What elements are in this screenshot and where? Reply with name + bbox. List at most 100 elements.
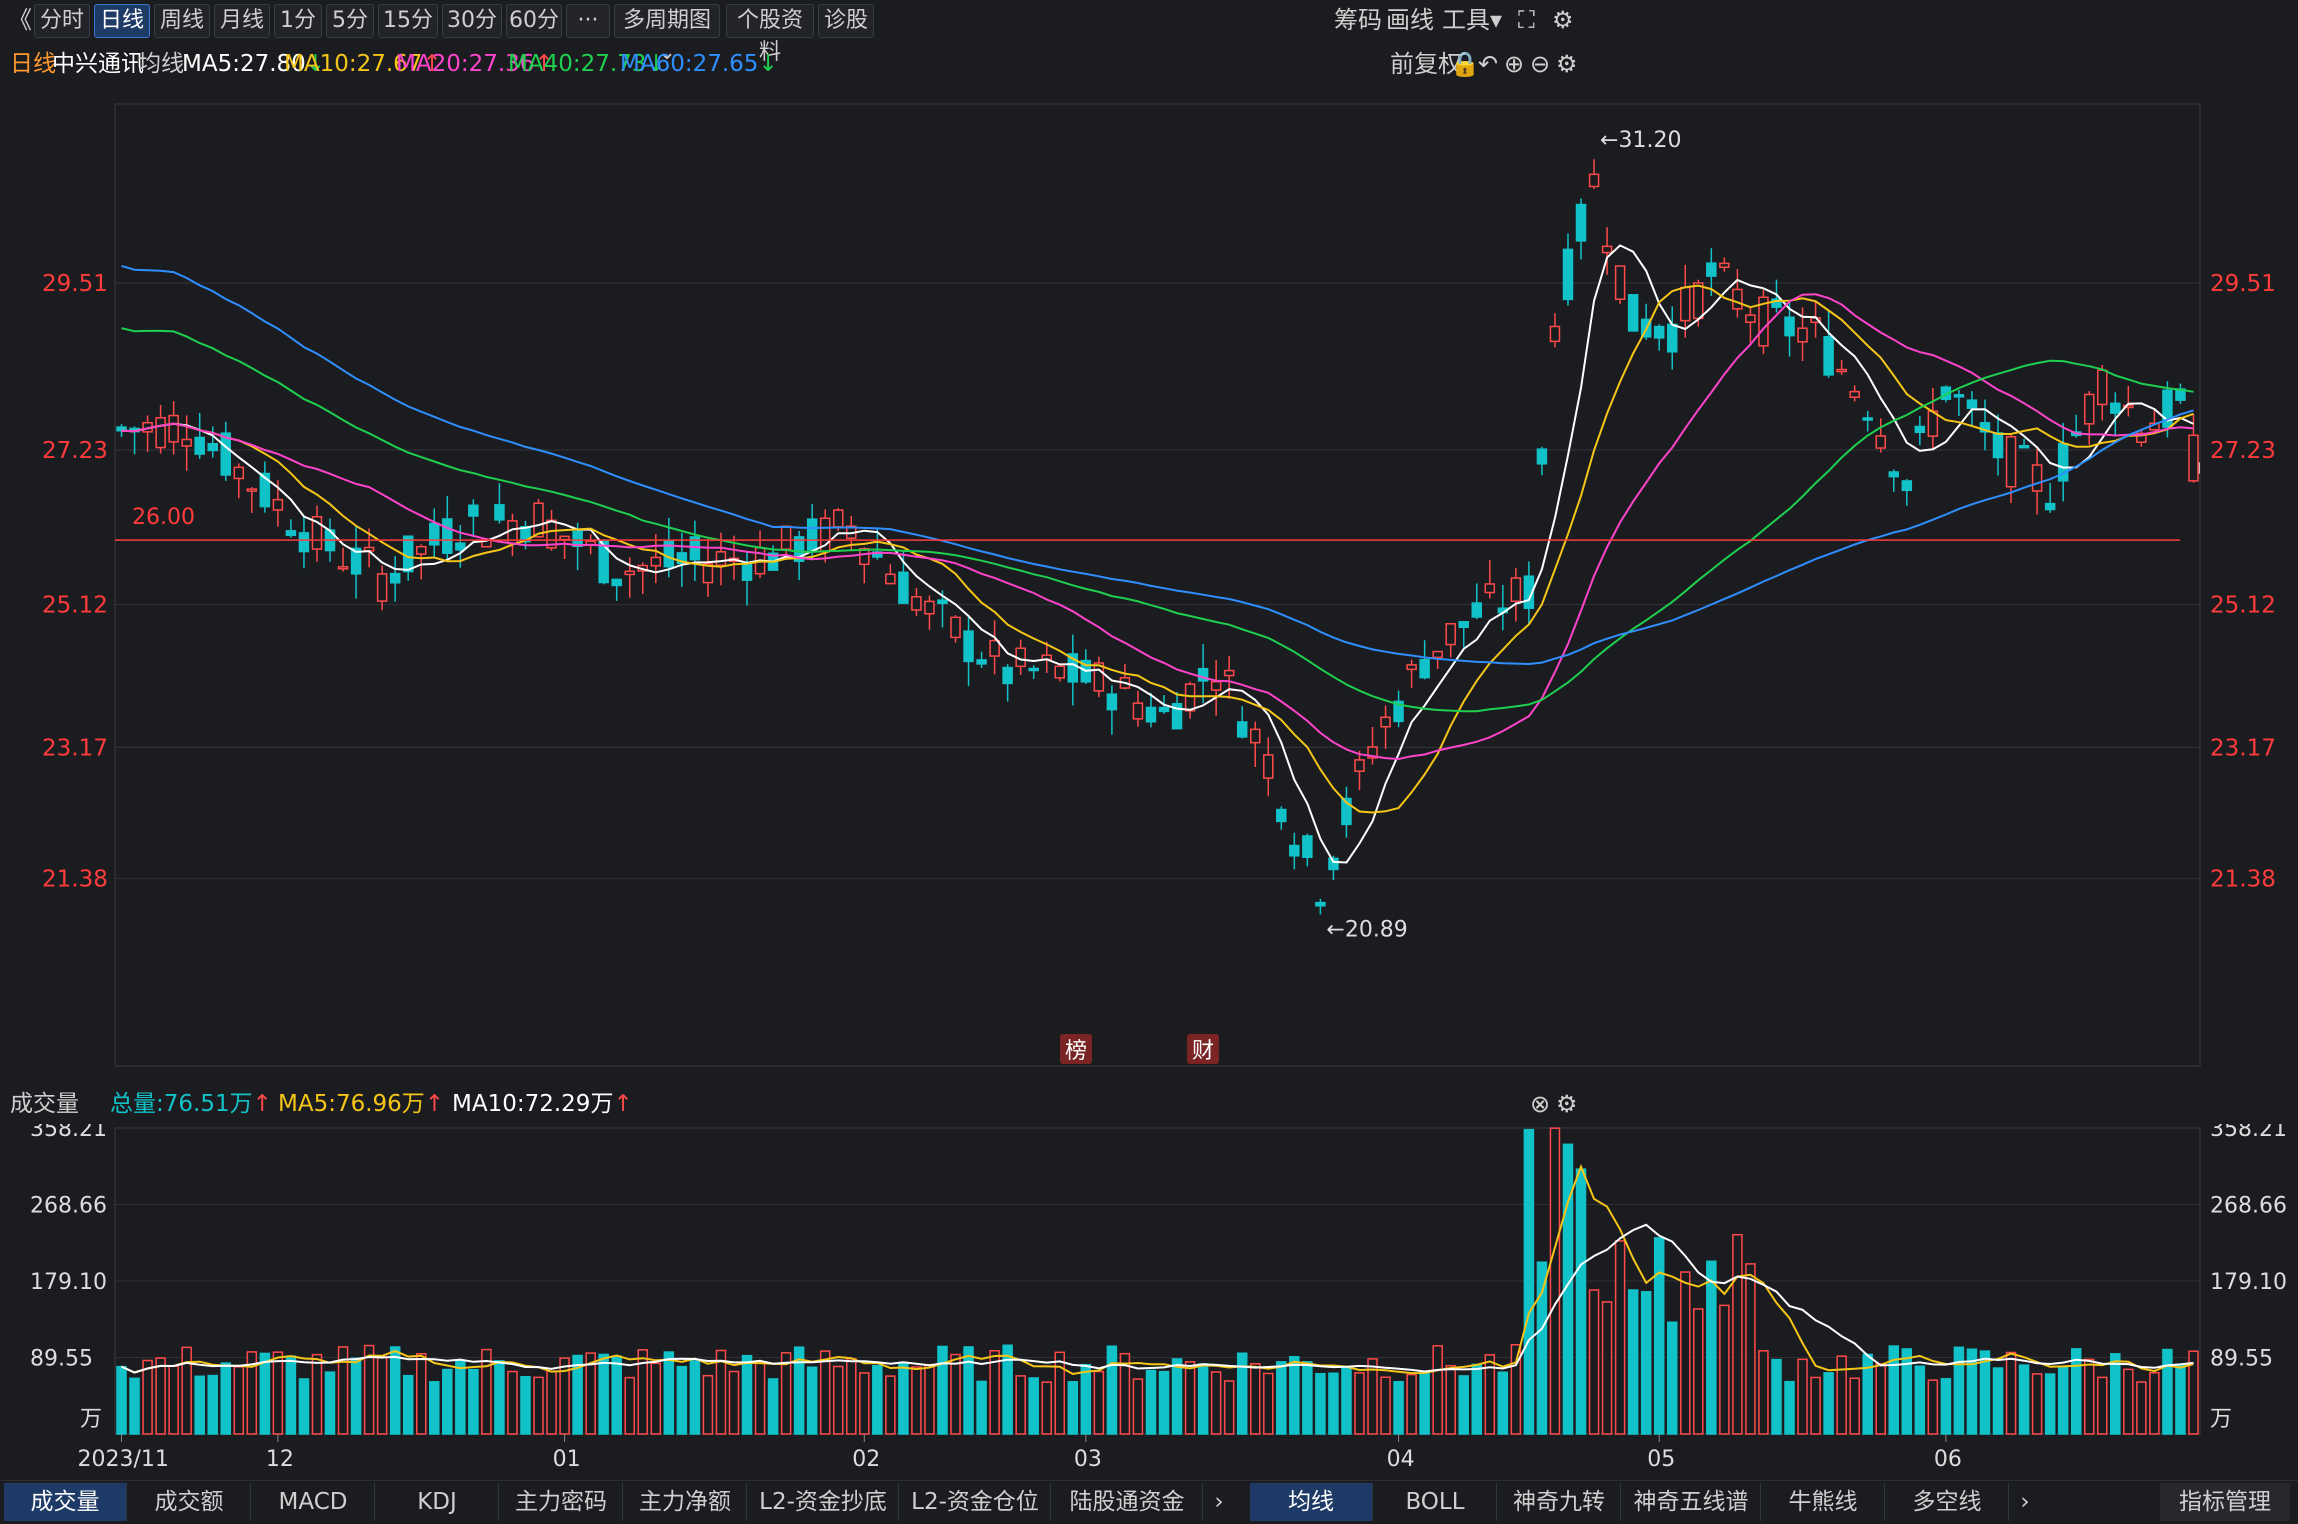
volume-bar — [1940, 1378, 1952, 1435]
volume-bar — [1263, 1372, 1274, 1435]
tab-magic-nine[interactable]: 神奇九转 — [1498, 1483, 1621, 1521]
tab-main-net[interactable]: 主力净额 — [624, 1483, 747, 1521]
volume-label-left: 89.55 — [30, 1347, 93, 1372]
tools-dropdown[interactable]: 工具▾ — [1442, 4, 1502, 36]
volume-bar — [1901, 1348, 1913, 1435]
volume-bar — [728, 1370, 740, 1435]
volume-bar — [819, 1350, 831, 1435]
candle-body — [2005, 436, 2017, 488]
zoom-in-icon[interactable]: ⊕ — [1504, 44, 1524, 84]
tab-30min[interactable]: 30分 — [442, 4, 502, 38]
settings-icon[interactable]: ⚙ — [1552, 4, 1574, 36]
stock-info-button[interactable]: 个股资料 — [726, 4, 814, 65]
volume-label-right: 89.55 — [2210, 1347, 2273, 1372]
volume-bar — [507, 1370, 518, 1435]
low-price-mark: ←20.89 — [1326, 917, 1407, 942]
volume-bar — [859, 1372, 870, 1435]
volume-bar — [1575, 1168, 1587, 1435]
stock-name[interactable]: 中兴通讯 — [52, 44, 144, 84]
tab-15min[interactable]: 15分 — [378, 4, 438, 38]
chevron-right-icon[interactable]: › — [1204, 1483, 1234, 1521]
volume-bar — [741, 1354, 753, 1435]
zoom-out-icon[interactable]: ⊖ — [1530, 44, 1550, 84]
tab-volume[interactable]: 成交量 — [4, 1483, 127, 1521]
diagnose-button[interactable]: 诊股 — [818, 4, 874, 38]
volume-bar — [1276, 1361, 1287, 1435]
tab-60min[interactable]: 60分 — [506, 4, 562, 38]
more-periods-button[interactable]: ··· — [566, 4, 610, 38]
volume-bar — [911, 1366, 922, 1435]
chips-button[interactable]: 筹码 — [1334, 4, 1382, 36]
candle-body — [1797, 327, 1808, 343]
undo-icon[interactable]: ↶ — [1478, 44, 1498, 84]
tab-l2-position[interactable]: L2-资金仓位 — [900, 1483, 1051, 1521]
tab-hk-connect[interactable]: 陆股通资金 — [1052, 1483, 1203, 1521]
candle-body — [715, 551, 727, 566]
candle-body — [937, 599, 948, 605]
date-label: 05 — [1647, 1447, 1675, 1472]
volume-bar — [1979, 1350, 1991, 1435]
tab-boll[interactable]: BOLL — [1374, 1483, 1497, 1521]
chevron-right-icon[interactable]: › — [2010, 1483, 2040, 1521]
fullscreen-icon[interactable]: ⛶ — [1518, 4, 1535, 36]
candle-body — [780, 525, 792, 550]
ma-label[interactable]: 均线 — [138, 44, 184, 84]
volume-bar — [389, 1346, 401, 1435]
tab-minute[interactable]: 分时 — [34, 4, 90, 38]
indicator-management-button[interactable]: 指标管理 — [2160, 1483, 2290, 1521]
multi-period-dropdown[interactable]: 多周期图 ⌄ — [614, 4, 720, 65]
volume-bar — [350, 1357, 362, 1435]
settings-icon[interactable]: ⚙ — [1556, 1084, 1578, 1124]
candle-body — [1953, 394, 1965, 398]
candle-body — [2188, 434, 2199, 482]
double-chevron-left-icon[interactable]: 《 — [8, 4, 32, 36]
candle-body — [1588, 173, 1600, 188]
candle-body — [1706, 262, 1717, 277]
tab-daily[interactable]: 日线 — [94, 4, 150, 38]
tab-kdj[interactable]: KDJ — [376, 1483, 499, 1521]
volume-chart[interactable]: 358.21 358.21 268.66 268.66 179.10 179.10 89.5… — [0, 1124, 2298, 1480]
candle-body — [389, 572, 401, 584]
candle-body — [1249, 728, 1261, 744]
candle-body — [1627, 294, 1639, 332]
volume-bar — [181, 1346, 192, 1435]
candle-body — [1719, 262, 1730, 268]
close-icon[interactable]: ⊗ — [1530, 1084, 1550, 1124]
tab-monthly[interactable]: 月线 — [214, 4, 270, 38]
candle-body — [1901, 480, 1913, 492]
tab-turnover[interactable]: 成交额 — [128, 1483, 251, 1521]
tab-long-short[interactable]: 多空线 — [1886, 1483, 2009, 1521]
volume-bar — [1784, 1380, 1795, 1435]
tab-weekly[interactable]: 周线 — [154, 4, 210, 38]
volume-bar — [1953, 1346, 1965, 1435]
candlestick-chart[interactable]: 29.51 29.51 27.23 27.23 25.12 25.12 23.17 23.17… — [0, 84, 2298, 1084]
volume-bar — [1354, 1372, 1365, 1435]
volume-bar — [1849, 1377, 1860, 1435]
candle-body — [2110, 402, 2121, 414]
date-label: 12 — [266, 1447, 294, 1472]
draw-line-button[interactable]: 画线 — [1386, 4, 1434, 36]
tab-ma[interactable]: 均线 — [1250, 1483, 1373, 1521]
tab-bull-bear[interactable]: 牛熊线 — [1762, 1483, 1885, 1521]
volume-bar — [976, 1380, 987, 1435]
volume-bar — [1393, 1380, 1404, 1435]
volume-bar — [1289, 1355, 1300, 1435]
candle-body — [624, 570, 635, 576]
arrow-down-icon: ↓ — [758, 51, 778, 77]
arrow-up-icon: ↑ — [613, 1091, 633, 1117]
tab-1min[interactable]: 1分 — [274, 4, 322, 38]
tab-main-code[interactable]: 主力密码 — [500, 1483, 623, 1521]
candle-body — [337, 566, 349, 570]
volume-label-right: 179.10 — [2210, 1270, 2287, 1295]
settings-icon[interactable]: ⚙ — [1556, 44, 1578, 84]
tab-l2-bottom[interactable]: L2-资金抄底 — [748, 1483, 899, 1521]
tab-magic-five[interactable]: 神奇五线谱 — [1622, 1483, 1761, 1521]
candle-body — [1849, 390, 1860, 398]
price-label-right: 27.23 — [2210, 438, 2276, 464]
tab-5min[interactable]: 5分 — [326, 4, 374, 38]
volume-bar — [1041, 1381, 1052, 1435]
volume-title[interactable]: 成交量 — [10, 1084, 79, 1124]
lock-icon[interactable]: 🔒 — [1450, 44, 1480, 84]
tab-macd[interactable]: MACD — [252, 1483, 375, 1521]
candle-body — [859, 548, 870, 566]
